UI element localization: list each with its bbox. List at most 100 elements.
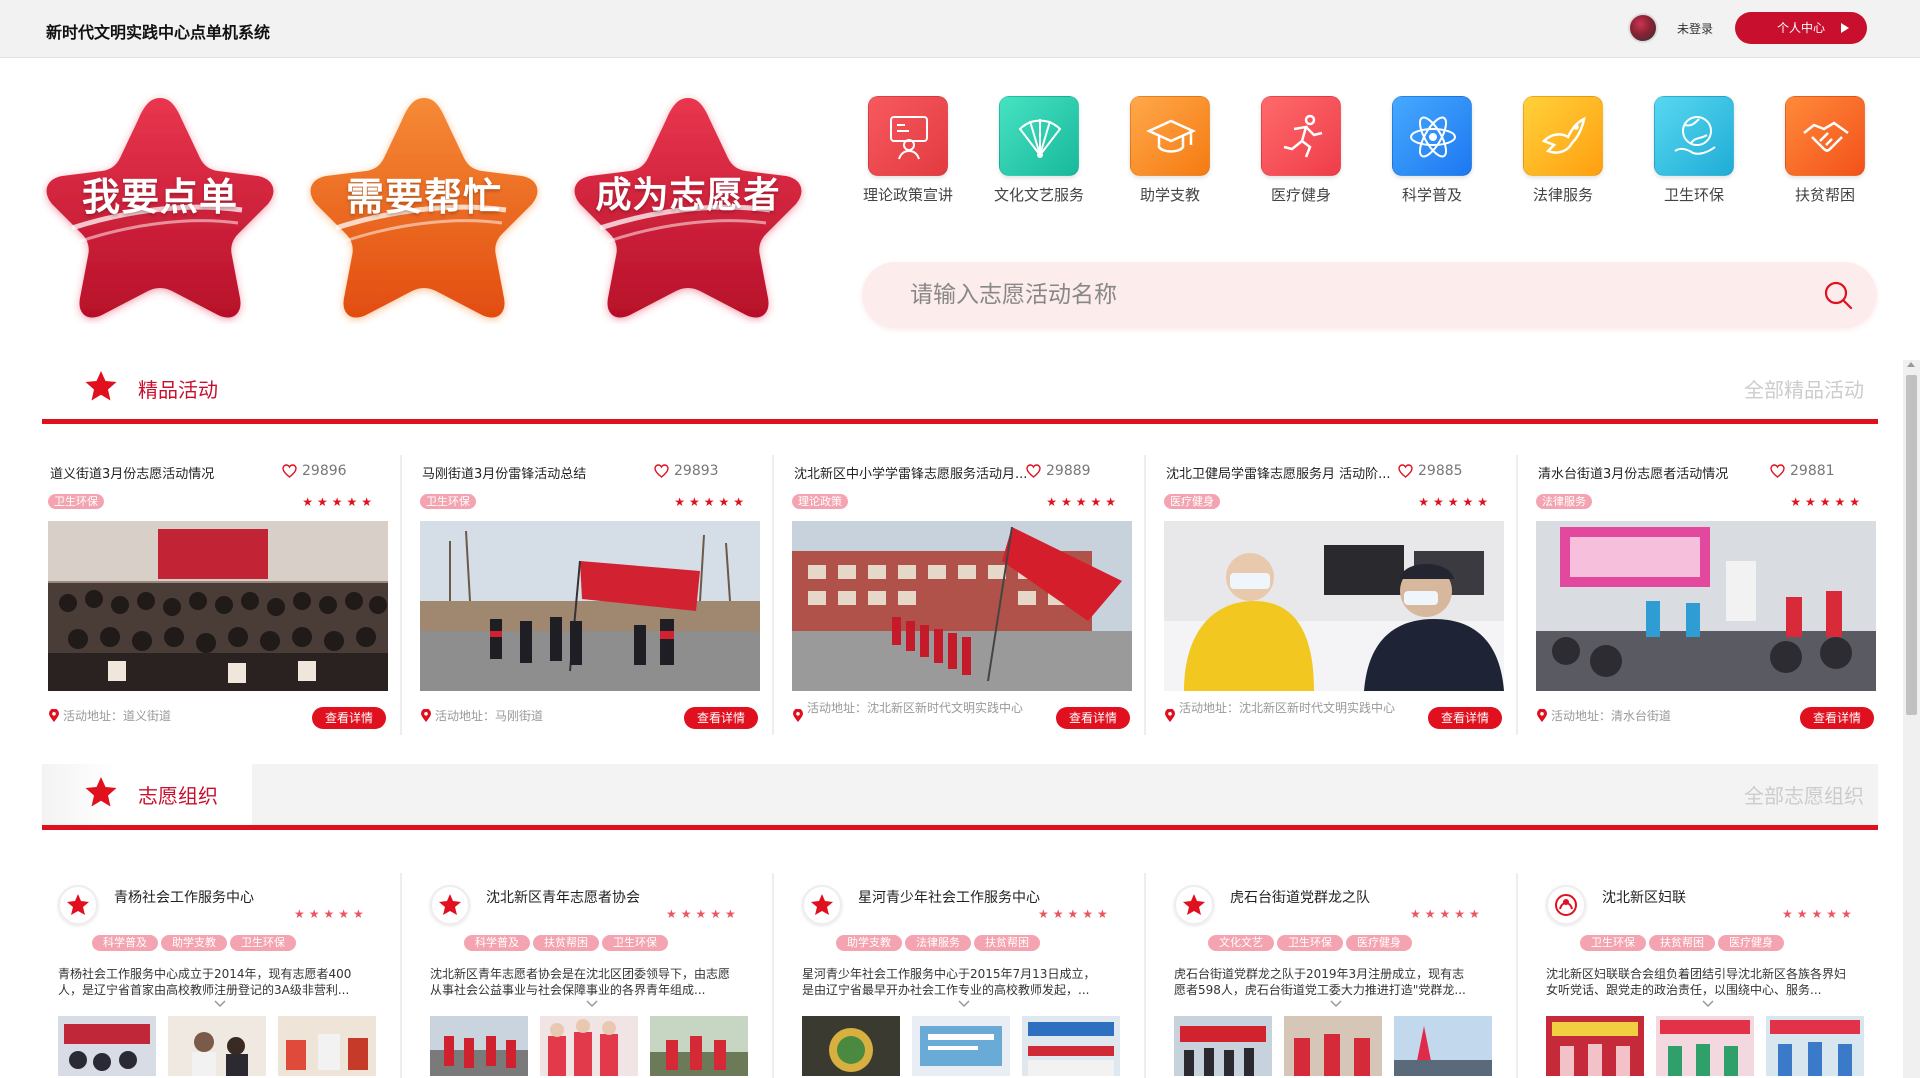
org-photo[interactable] bbox=[168, 1016, 266, 1076]
rating-stars: ★★★★★ bbox=[294, 907, 368, 921]
org-logo bbox=[1546, 885, 1586, 925]
location-pin-icon bbox=[49, 709, 59, 722]
org-photo[interactable] bbox=[1022, 1016, 1120, 1076]
chevron-down-icon[interactable] bbox=[1330, 1000, 1342, 1008]
activity-photo[interactable] bbox=[420, 521, 760, 691]
vertical-scrollbar[interactable] bbox=[1903, 360, 1920, 1078]
category-environment[interactable]: 卫生环保 bbox=[1639, 96, 1749, 208]
org-card[interactable]: 虎石台街道党群龙之队 ★★★★★ 文化文艺 卫生环保 医疗健身 虎石台街道党群龙之队… bbox=[1158, 873, 1518, 1078]
scrollbar-thumb[interactable] bbox=[1906, 375, 1917, 715]
user-center-label: 个人中心 bbox=[1777, 21, 1826, 35]
like-count[interactable]: 29885 bbox=[1398, 463, 1463, 479]
org-card[interactable]: 星河青少年社会工作服务中心 ★★★★★ 助学支教 法律服务 扶贫帮困 星河青少年社会… bbox=[786, 873, 1146, 1078]
like-count[interactable]: 29881 bbox=[1770, 463, 1835, 479]
category-legal[interactable]: 法律服务 bbox=[1508, 96, 1618, 208]
order-service-button[interactable]: 我要点单 bbox=[42, 92, 278, 324]
org-photo[interactable] bbox=[1656, 1016, 1754, 1076]
org-card[interactable]: 沈北新区青年志愿者协会 ★★★★★ 科学普及 扶贫帮困 卫生环保 沈北新区青年志愿者… bbox=[414, 873, 774, 1078]
dove-icon bbox=[1523, 96, 1603, 176]
chevron-down-icon[interactable] bbox=[958, 1000, 970, 1008]
view-all-featured-link[interactable]: 全部精品活动 bbox=[1744, 374, 1864, 403]
activity-address: 活动地址：道义街道 bbox=[63, 709, 172, 723]
org-card[interactable]: 青杨社会工作服务中心 ★★★★★ 科学普及 助学支教 卫生环保 青杨社会工作服务中心… bbox=[42, 873, 402, 1078]
view-detail-button[interactable]: 查看详情 bbox=[1428, 707, 1502, 729]
org-photo[interactable] bbox=[278, 1016, 376, 1076]
view-all-orgs-link[interactable]: 全部志愿组织 bbox=[1744, 780, 1864, 809]
search-input[interactable] bbox=[910, 276, 1790, 314]
activity-card[interactable]: 道义街道3月份志愿活动情况 29896 卫生环保 ★★★★★ 活动地址：道义街道… bbox=[42, 455, 388, 735]
heart-icon bbox=[1770, 464, 1785, 478]
category-theory-policy[interactable]: 理论政策宣讲 bbox=[853, 96, 963, 208]
org-card[interactable]: 沈北新区妇联 ★★★★★ 卫生环保 扶贫帮困 医疗健身 沈北新区妇联联合会组负着团结… bbox=[1530, 873, 1890, 1078]
heart-icon bbox=[654, 464, 669, 478]
org-photo[interactable] bbox=[650, 1016, 748, 1076]
runner-icon bbox=[1261, 96, 1341, 176]
org-photo[interactable] bbox=[1546, 1016, 1644, 1076]
top-bar: 新时代文明实践中心点单机系统 未登录 个人中心 bbox=[0, 0, 1920, 58]
org-photo[interactable] bbox=[1174, 1016, 1272, 1076]
activity-card[interactable]: 沈北卫健局学雷锋志愿服务月 活动阶... 29885 医疗健身 ★★★★★ 活动… bbox=[1158, 455, 1504, 735]
activity-photo[interactable] bbox=[792, 521, 1132, 691]
become-volunteer-button[interactable]: 成为志愿者 bbox=[570, 92, 806, 324]
card-divider bbox=[772, 873, 774, 1078]
org-logo bbox=[1174, 885, 1214, 925]
org-name: 星河青少年社会工作服务中心 bbox=[858, 890, 1040, 906]
org-photo[interactable] bbox=[540, 1016, 638, 1076]
star-icon bbox=[85, 371, 117, 401]
org-photo[interactable] bbox=[912, 1016, 1010, 1076]
org-photo[interactable] bbox=[1766, 1016, 1864, 1076]
need-help-label: 需要帮忙 bbox=[345, 175, 502, 219]
chevron-down-icon[interactable] bbox=[214, 1000, 226, 1008]
org-logo bbox=[58, 885, 98, 925]
location-pin-icon bbox=[793, 709, 803, 722]
user-center-button[interactable]: 个人中心 bbox=[1735, 12, 1867, 44]
activity-card[interactable]: 清水台街道3月份志愿者活动情况 29881 法律服务 ★★★★★ 活动地址：清水… bbox=[1530, 455, 1876, 735]
chevron-down-icon[interactable] bbox=[1702, 1000, 1714, 1008]
category-education[interactable]: 助学支教 bbox=[1115, 96, 1225, 208]
search-icon[interactable] bbox=[1823, 280, 1853, 310]
like-count[interactable]: 29893 bbox=[654, 463, 719, 479]
view-detail-button[interactable]: 查看详情 bbox=[1056, 707, 1130, 729]
activity-photo[interactable] bbox=[1536, 521, 1876, 691]
category-culture-art[interactable]: 文化文艺服务 bbox=[984, 96, 1094, 208]
activity-card[interactable]: 沈北新区中小学学雷锋志愿服务活动月... 29889 理论政策 ★★★★★ 活动… bbox=[786, 455, 1132, 735]
become-volunteer-label: 成为志愿者 bbox=[595, 175, 781, 216]
login-status-link[interactable]: 未登录 bbox=[1677, 20, 1713, 37]
chevron-down-icon[interactable] bbox=[586, 1000, 598, 1008]
category-medical-fitness[interactable]: 医疗健身 bbox=[1246, 96, 1356, 208]
category-poverty-relief[interactable]: 扶贫帮困 bbox=[1770, 96, 1880, 208]
like-count-value: 29885 bbox=[1418, 463, 1463, 479]
like-count-value: 29896 bbox=[302, 463, 347, 479]
like-count[interactable]: 29896 bbox=[282, 463, 347, 479]
org-description: 青杨社会工作服务中心成立于2014年，现有志愿者400人，是辽宁省首家由高校教师… bbox=[58, 967, 352, 997]
view-detail-button[interactable]: 查看详情 bbox=[684, 707, 758, 729]
scroll-up-icon[interactable] bbox=[1907, 362, 1915, 367]
like-count[interactable]: 29889 bbox=[1026, 463, 1091, 479]
category-science[interactable]: 科学普及 bbox=[1377, 96, 1487, 208]
org-photo[interactable] bbox=[802, 1016, 900, 1076]
avatar[interactable] bbox=[1628, 13, 1658, 43]
card-divider bbox=[772, 455, 774, 735]
org-name: 虎石台街道党群龙之队 bbox=[1230, 890, 1370, 906]
org-photo[interactable] bbox=[58, 1016, 156, 1076]
search-bar bbox=[862, 262, 1877, 328]
org-photo[interactable] bbox=[1394, 1016, 1492, 1076]
card-divider bbox=[400, 873, 402, 1078]
activity-card[interactable]: 马刚街道3月份雷锋活动总结 29893 卫生环保 ★★★★★ 活动地址：马刚街道… bbox=[414, 455, 760, 735]
activity-title: 道义街道3月份志愿活动情况 bbox=[50, 467, 215, 482]
activity-address: 活动地址：沈北新区新时代文明实践中心 bbox=[1179, 701, 1396, 715]
view-detail-button[interactable]: 查看详情 bbox=[312, 707, 386, 729]
activity-photo[interactable] bbox=[1164, 521, 1504, 691]
view-detail-button[interactable]: 查看详情 bbox=[1800, 707, 1874, 729]
rating-stars: ★★★★★ bbox=[1038, 907, 1112, 921]
featured-section-header: 精品活动 全部精品活动 bbox=[42, 358, 1878, 424]
activity-photo[interactable] bbox=[48, 521, 388, 691]
need-help-button[interactable]: 需要帮忙 bbox=[306, 92, 542, 324]
rating-stars: ★★★★★ bbox=[1046, 495, 1120, 509]
section-title: 精品活动 bbox=[138, 378, 218, 402]
category-tag: 理论政策 bbox=[792, 494, 848, 509]
card-divider bbox=[1516, 873, 1518, 1078]
org-photo[interactable] bbox=[430, 1016, 528, 1076]
category-label: 卫生环保 bbox=[1663, 186, 1724, 204]
org-photo[interactable] bbox=[1284, 1016, 1382, 1076]
